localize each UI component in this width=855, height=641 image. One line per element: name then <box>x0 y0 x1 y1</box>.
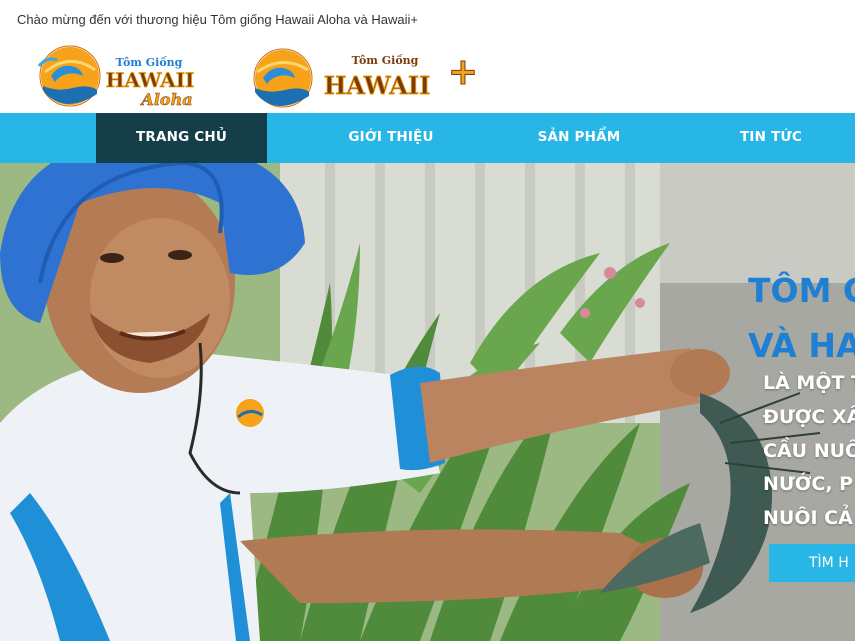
svg-text:+: + <box>448 51 478 93</box>
main-navbar: TRANG CHỦ GIỚI THIỆU SẢN PHẨM TIN TỨC <box>0 113 855 163</box>
svg-text:HAWAII: HAWAII <box>324 71 431 100</box>
nav-item-news[interactable]: TIN TỨC <box>688 113 854 163</box>
hero-cta-button[interactable]: TÌM H <box>769 544 855 582</box>
hero-text-line-4: NƯỚC, P <box>763 473 854 495</box>
hero-title-line-2: VÀ HAV <box>748 326 855 365</box>
nav-item-home[interactable]: TRANG CHỦ <box>96 113 267 163</box>
top-bar: Chào mừng đến với thương hiệu Tôm giống … <box>0 0 855 38</box>
svg-text:Aloha: Aloha <box>139 90 192 109</box>
welcome-text: Chào mừng đến với thương hiệu Tôm giống … <box>17 12 418 27</box>
hero-title-line-1: TÔM G <box>748 271 855 310</box>
hero-photo-shrimp-farmer <box>0 163 855 641</box>
nav-item-products[interactable]: SẢN PHẨM <box>497 113 661 163</box>
logo-row: Tôm Giống HAWAII Aloha Tôm Giống HAWAII … <box>0 38 855 113</box>
svg-text:Tôm Giống: Tôm Giống <box>352 54 419 67</box>
svg-text:HAWAII: HAWAII <box>106 68 195 92</box>
hero-banner: TÔM G VÀ HAV LÀ MỘT T ĐƯỢC XÂ CẦU NUÔ NƯ… <box>0 163 855 641</box>
hawaii-aloha-logo-icon: Tôm Giống HAWAII Aloha <box>37 45 195 109</box>
hero-text-line-5: NUÔI CẢ <box>763 507 853 529</box>
logo-hawaii-plus[interactable]: Tôm Giống HAWAII + <box>245 42 485 110</box>
nav-item-about[interactable]: GIỚI THIỆU <box>305 113 477 163</box>
hero-text-line-2: ĐƯỢC XÂ <box>763 406 855 428</box>
hawaii-plus-logo-icon: Tôm Giống HAWAII + <box>253 48 479 108</box>
logo-hawaii-aloha[interactable]: Tôm Giống HAWAII Aloha <box>37 42 212 110</box>
hero-text-line-1: LÀ MỘT T <box>763 372 855 394</box>
hero-text-line-3: CẦU NUÔ <box>763 440 855 462</box>
